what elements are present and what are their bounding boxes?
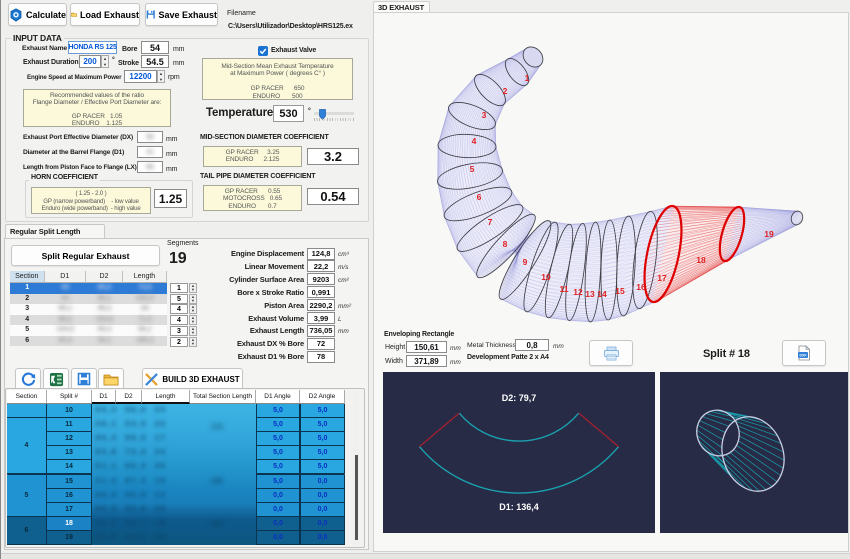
svg-text:8: 8 <box>503 239 508 249</box>
svg-text:DXF: DXF <box>800 354 808 358</box>
svg-text:12: 12 <box>573 287 583 297</box>
svg-text:11: 11 <box>560 284 569 294</box>
svg-text:15: 15 <box>615 286 625 296</box>
svg-text:18: 18 <box>696 255 706 265</box>
svg-text:6: 6 <box>477 192 482 202</box>
svg-text:1: 1 <box>525 73 530 83</box>
svg-text:2: 2 <box>503 86 508 96</box>
svg-text:9: 9 <box>523 257 528 267</box>
svg-text:19: 19 <box>764 229 774 239</box>
svg-text:7: 7 <box>488 217 493 227</box>
svg-text:16: 16 <box>636 282 646 292</box>
svg-text:10: 10 <box>541 272 551 282</box>
svg-text:13: 13 <box>585 289 595 299</box>
svg-text:17: 17 <box>657 273 667 283</box>
svg-text:14: 14 <box>597 289 607 299</box>
svg-text:4: 4 <box>472 136 477 146</box>
svg-text:5: 5 <box>470 164 475 174</box>
svg-text:3: 3 <box>482 110 487 120</box>
